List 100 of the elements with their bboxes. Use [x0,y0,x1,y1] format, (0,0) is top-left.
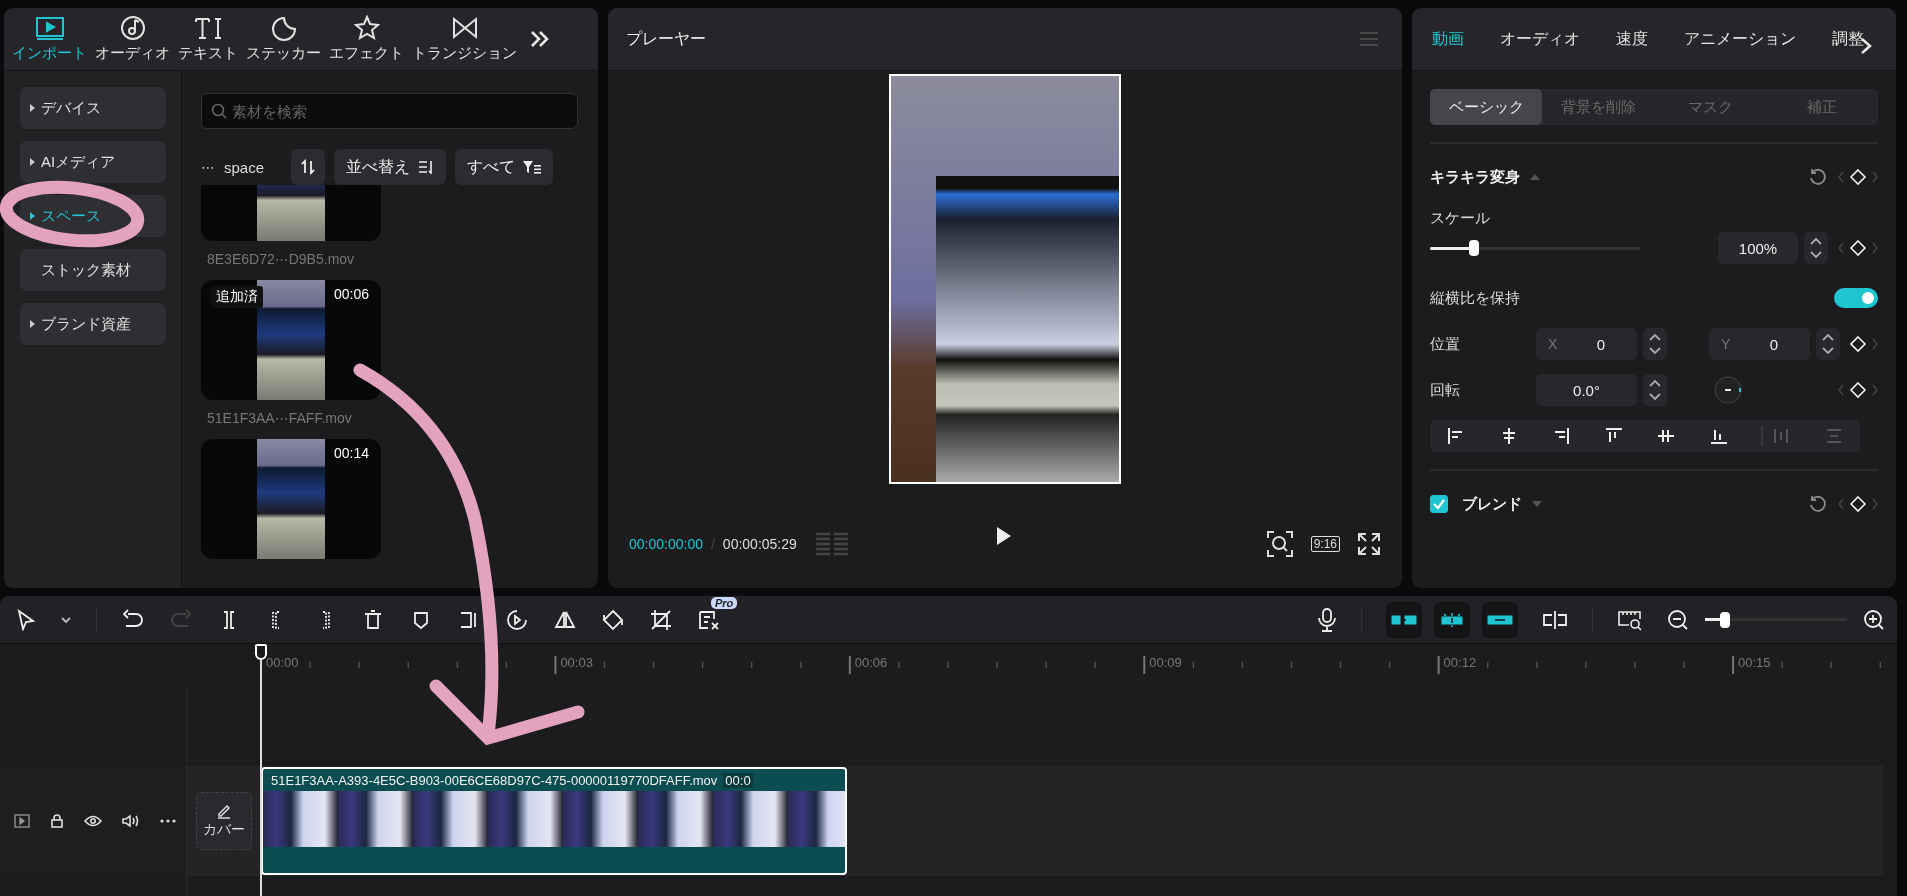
cover-button[interactable]: カバー [196,792,252,850]
stepper-icon[interactable] [1816,328,1840,360]
media-tab[interactable]: インポート [8,15,91,63]
cursor-icon[interactable] [16,608,36,631]
chevron-double-right-icon[interactable] [529,30,549,48]
inspector-tab[interactable]: オーディオ [1496,28,1592,50]
link-clip-icon[interactable] [1482,601,1518,638]
search-icon [211,103,227,119]
inspector-tab[interactable]: 調整 [1828,28,1876,50]
media-tab[interactable]: ステッカー [242,15,325,63]
time-separator: / [710,536,715,552]
x-field[interactable]: X 0 [1536,328,1637,360]
keyframe-icon[interactable] [1850,334,1878,354]
time-label: 00:06 [854,655,888,670]
keyframe-icon[interactable] [1838,167,1878,187]
star-icon [351,15,382,41]
video-thumbnail[interactable]: 追加済 00:06 [201,280,381,400]
field-label: スケール [1430,209,1491,228]
reset-icon[interactable] [1808,494,1828,514]
toggle-switch[interactable] [1834,288,1878,308]
keyframe-icon[interactable] [1838,494,1878,514]
sort-order-icon [301,159,316,175]
rotate-icon[interactable] [601,608,625,631]
y-field[interactable]: Y 0 [1709,328,1810,360]
time-label: 00:09 [1149,655,1182,670]
sidebar-item[interactable]: AIメディア [20,141,166,183]
breadcrumb-more[interactable]: ⋯ [201,159,215,175]
microphone-icon[interactable] [1317,607,1337,632]
section-title: ブレンド [1462,494,1522,514]
snap-link-icon[interactable] [1386,601,1422,638]
media-tab[interactable]: トランジション [408,15,521,63]
time-label: 00:12 [1443,655,1477,670]
checkbox[interactable] [1430,495,1448,513]
rotation-dial[interactable] [1713,375,1743,405]
time-label: 00:03 [560,655,593,670]
eye-icon[interactable] [84,815,102,827]
zoom-in-icon[interactable] [1863,608,1885,631]
subtab[interactable]: ベーシック [1430,89,1542,125]
more-icon[interactable] [160,819,176,823]
reset-icon[interactable] [1808,167,1828,187]
time-label: 00:15 [1738,655,1771,670]
sort-button[interactable]: 並べ替え [334,149,447,185]
field-label: 縦横比を保持 [1430,288,1520,308]
chevron-down-icon[interactable] [60,615,72,624]
media-tab[interactable]: オーディオ [91,15,174,63]
panel-title: プレーヤー [626,28,706,49]
filter-button[interactable]: すべて [455,149,554,185]
playhead[interactable] [254,644,268,896]
slider-thumb[interactable] [1719,611,1730,628]
field-label: 回転 [1430,380,1461,400]
video-track-icon[interactable] [14,814,30,828]
sidebar-item[interactable]: ストック素材 [20,249,166,291]
replay-icon[interactable] [505,608,529,631]
ruler-search-icon[interactable] [1617,608,1643,631]
keyframe-icon[interactable] [1838,380,1878,400]
crop-icon[interactable] [649,608,673,631]
split-view-icon[interactable] [1542,609,1568,630]
inspector-tab[interactable]: 速度 [1612,28,1660,50]
breadcrumb-folder: space [224,158,265,176]
zoom-fit-icon[interactable] [1266,531,1293,557]
play-icon[interactable] [996,526,1012,546]
inspector-tab[interactable]: アニメーション [1680,28,1808,50]
slider-thumb[interactable] [1469,240,1480,256]
search-field[interactable]: 素材を検索 [201,93,578,129]
speaker-icon[interactable] [122,814,140,828]
video-thumbnail[interactable]: 00:14 [201,439,381,559]
sidebar-item[interactable]: デバイス [20,87,166,129]
media-tab[interactable]: テキスト [174,15,242,63]
pencil-icon [216,803,232,819]
rotation-field[interactable]: 0.0° [1536,374,1637,406]
section-title: キラキラ変身 [1430,167,1520,187]
import-icon [34,15,65,41]
keyframe-icon[interactable] [1838,238,1878,258]
inspector-tab[interactable]: 動画 [1428,28,1476,50]
media-tab[interactable]: エフェクト [325,15,408,63]
video-clip[interactable]: 51E1F3AA-A393-4E5C-B903-00E6CE68D97C-475-00000119770DFAFF.mov 00:0 [261,767,847,875]
scale-field[interactable]: 100% [1718,232,1798,264]
duration-label: 00:14 [333,445,369,461]
remove-background-icon[interactable] [697,608,721,631]
added-badge: 追加済 [211,286,263,308]
video-frame[interactable] [889,74,1121,484]
snap-center-icon[interactable] [1434,601,1470,638]
aspect-ratio-button[interactable]: 9:16 [1310,536,1340,552]
pro-badge: Pro [711,596,738,609]
lock-icon[interactable] [50,814,64,828]
stepper-icon[interactable] [1804,232,1828,264]
total-time: 00:00:05:29 [722,536,797,552]
filter-icon [523,160,542,174]
clip-duration: 00:0 [723,772,753,788]
time-label: 00:00 [266,655,299,670]
fullscreen-icon[interactable] [1358,533,1380,555]
duration-label: 00:06 [333,286,369,302]
stepper-icon[interactable] [1643,328,1667,360]
sidebar-item[interactable]: ブランド資産 [20,303,166,345]
sort-order-button[interactable] [291,149,326,185]
stepper-icon[interactable] [1643,374,1667,406]
field-label: 位置 [1430,334,1461,354]
zoom-out-icon[interactable] [1667,608,1689,631]
file-name: 8E3E6D72⋯D9B5.mov [207,251,356,267]
text-tool-icon [193,15,223,41]
